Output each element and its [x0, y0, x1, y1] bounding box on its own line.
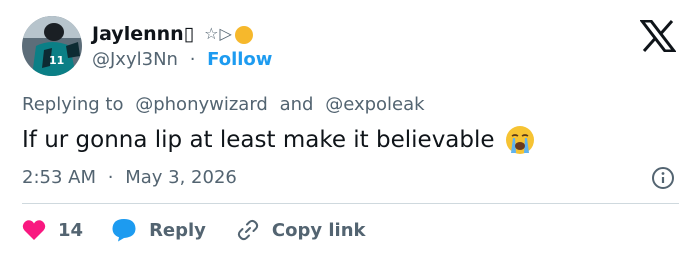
copy-link-label: Copy link	[271, 219, 366, 241]
mention-link[interactable]: @expoleak	[325, 94, 424, 115]
timestamp-row[interactable]: 2:53 AM · May 3, 2026	[22, 166, 243, 190]
tweet-time[interactable]: 2:53 AM	[22, 167, 96, 188]
loudly-crying-face-icon	[505, 126, 534, 154]
tweet-text: If ur gonna lip at least make it believa…	[22, 127, 495, 153]
mention-link[interactable]: @phonywizard	[135, 94, 268, 115]
svg-text:11: 11	[49, 54, 64, 67]
divider	[22, 203, 679, 204]
link-icon	[237, 219, 259, 241]
like-count: 14	[58, 219, 84, 241]
reply-label: Reply	[149, 219, 206, 241]
action-bar: 14 Reply Copy link	[22, 216, 366, 244]
tweet-body: If ur gonna lip at least make it believa…	[22, 124, 535, 156]
time-separator: ·	[107, 167, 114, 188]
handle-row: @Jxyl3Nn · Follow	[92, 48, 278, 72]
author-handle[interactable]: @Jxyl3Nn	[92, 49, 178, 70]
tweet-date[interactable]: May 3, 2026	[125, 167, 237, 188]
follow-button[interactable]: Follow	[207, 49, 272, 70]
copy-link-button[interactable]: Copy link	[236, 218, 366, 242]
info-icon[interactable]	[651, 166, 675, 190]
like-button[interactable]: 14	[22, 219, 83, 241]
yawning-face-icon	[234, 26, 253, 44]
reply-button[interactable]: Reply	[111, 218, 206, 242]
heart-icon	[22, 220, 46, 240]
x-logo-icon[interactable]	[640, 20, 676, 52]
handle-separator: ·	[189, 49, 196, 70]
replying-conjunction: and	[279, 94, 314, 115]
speech-bubble-icon	[112, 219, 136, 242]
avatar[interactable]: 11	[22, 16, 82, 76]
replying-prefix: Replying to	[22, 94, 124, 115]
replying-to-line: Replying to @phonywizard and @expoleak	[22, 93, 431, 117]
tweet-card: 11 Jaylennn▯ ☆▷ @Jxyl3Nn · Follow Replyi…	[0, 0, 700, 256]
author-display-name[interactable]: Jaylennn▯	[92, 22, 194, 46]
author-name-emojis: ☆▷	[204, 24, 233, 43]
author-name-row[interactable]: Jaylennn▯ ☆▷	[92, 22, 253, 46]
